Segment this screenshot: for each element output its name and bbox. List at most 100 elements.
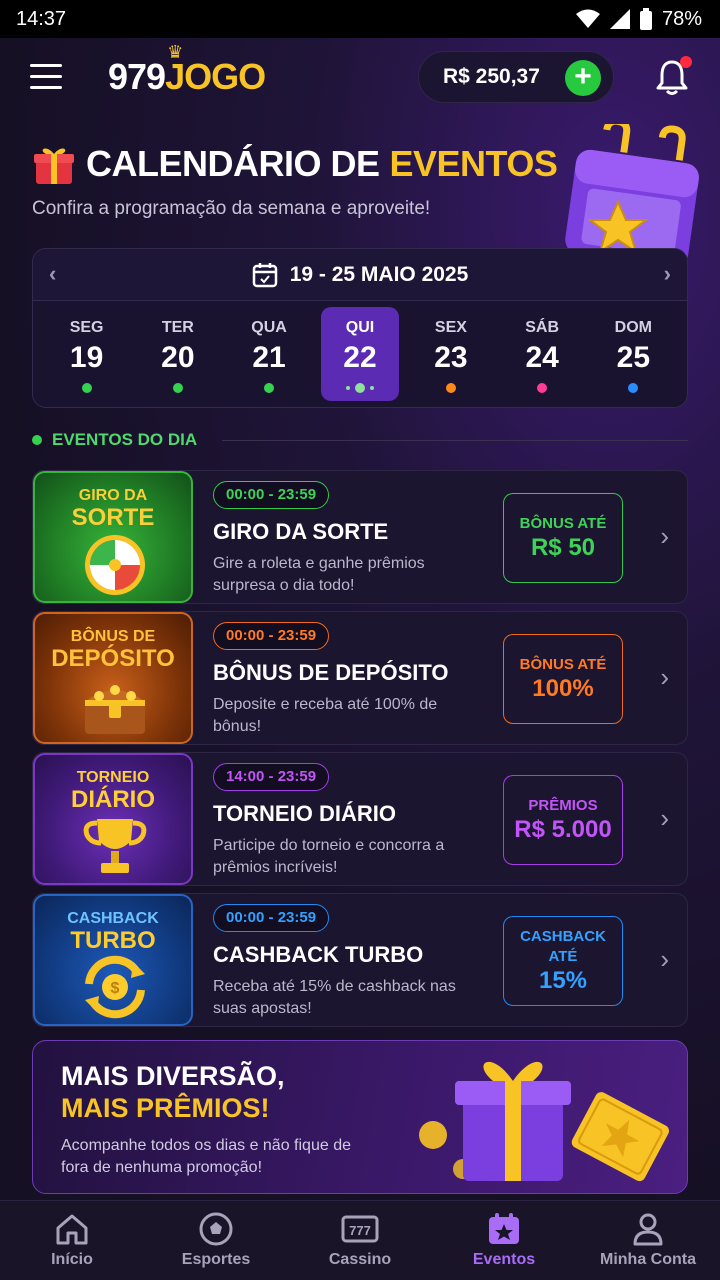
- notification-badge: [680, 56, 692, 68]
- day-number: 20: [161, 341, 195, 374]
- event-dot: [264, 383, 275, 393]
- event-time: 14:00 - 23:59: [213, 763, 330, 791]
- bottom-navigation: Início Esportes 777 Cassino Eventos Minh…: [0, 1200, 720, 1280]
- nav-label: Início: [51, 1251, 93, 1268]
- status-icons: 78%: [575, 8, 702, 31]
- menu-icon[interactable]: [30, 64, 62, 90]
- nav-label: Eventos: [472, 1251, 536, 1268]
- week-range: 19 - 25 MAIO 2025: [289, 262, 469, 286]
- top-bar: 979 ♛ JOGO R$ 250,37 +: [0, 38, 720, 118]
- logo-brand: ♛ JOGO: [165, 42, 266, 97]
- page-subtitle: Confira a programação da semana e aprove…: [32, 198, 431, 219]
- day-name: QUA: [251, 319, 287, 336]
- promo-description: Acompanhe todos os dias e não fique de f…: [61, 1137, 351, 1176]
- day-sab[interactable]: SÁB 24: [497, 307, 588, 401]
- day-qui-selected[interactable]: QUI 22: [320, 307, 400, 401]
- event-title: CASHBACK TURBO: [213, 942, 424, 967]
- svg-text:777: 777: [349, 1223, 371, 1238]
- trophy-icon: [83, 819, 147, 873]
- title-accent: EVENTOS: [389, 143, 558, 184]
- promo-headline-2: MAIS PRÊMIOS!: [61, 1093, 270, 1123]
- day-number: 24: [525, 341, 559, 374]
- event-time: 00:00 - 23:59: [213, 622, 330, 650]
- nav-inicio[interactable]: Início: [0, 1201, 144, 1280]
- bonus-value: R$ 50: [530, 534, 596, 561]
- event-description: Deposite e receba até 100% de bônus!: [213, 696, 438, 735]
- battery-icon: [639, 8, 652, 30]
- chevron-right-icon[interactable]: ›: [660, 803, 669, 834]
- live-dot-icon: [32, 435, 42, 445]
- bonus-value: 100%: [532, 675, 594, 702]
- day-dom[interactable]: DOM 25: [588, 307, 679, 401]
- day-name: SÁB: [525, 319, 560, 336]
- event-card-bonus-de-deposito[interactable]: BÔNUS DE DEPÓSITO 00:00 - 23:59 BÔNUS DE…: [32, 611, 688, 745]
- day-sex[interactable]: SEX 23: [405, 307, 496, 401]
- event-bonus-box: CASHBACK ATÉ 15%: [503, 916, 623, 1006]
- notifications-button[interactable]: [654, 56, 692, 98]
- chevron-right-icon[interactable]: ›: [660, 944, 669, 975]
- balance-pill[interactable]: R$ 250,37 +: [418, 51, 614, 103]
- previous-week-button[interactable]: ‹: [49, 261, 56, 287]
- section-divider: [222, 440, 688, 441]
- bonus-value: 15%: [538, 967, 588, 994]
- roulette-wheel-icon: [85, 535, 145, 595]
- event-title: TORNEIO DIÁRIO: [213, 801, 396, 826]
- day-name: SEG: [69, 319, 104, 336]
- event-description: Receba até 15% de cashback nas suas apos…: [213, 978, 456, 1017]
- event-bonus-box: PRÊMIOS R$ 5.000: [503, 775, 623, 865]
- day-ter[interactable]: TER 20: [132, 307, 223, 401]
- nav-minha-conta[interactable]: Minha Conta: [576, 1201, 720, 1280]
- thumb-title-top: GIRO DA: [78, 487, 148, 504]
- event-thumbnail: GIRO DA SORTE: [33, 471, 193, 603]
- bonus-label: BÔNUS ATÉ: [519, 656, 607, 673]
- cashback-coin-icon: $: [85, 955, 145, 1019]
- event-dot: [81, 383, 92, 393]
- events-page: 979 ♛ JOGO R$ 250,37 + CALENDÁRIO DE EVENT…: [0, 38, 720, 1200]
- event-card-giro-da-sorte[interactable]: GIRO DA SORTE 00:00 - 23:59 GIRO DA SORT…: [32, 470, 688, 604]
- event-dot: [537, 383, 548, 393]
- bonus-label: PRÊMIOS: [528, 797, 598, 814]
- soccer-ball-icon: [199, 1212, 233, 1246]
- chevron-right-icon[interactable]: ›: [660, 662, 669, 693]
- day-number: 19: [69, 341, 104, 374]
- event-title: BÔNUS DE DEPÓSITO: [213, 660, 449, 685]
- event-dot: [172, 383, 183, 393]
- calendar-star-illustration: [565, 124, 699, 264]
- event-time: 00:00 - 23:59: [213, 481, 330, 509]
- thumb-title-top: TORNEIO: [76, 769, 150, 786]
- event-description: Gire a roleta e ganhe prêmios surpresa o…: [213, 555, 425, 594]
- event-card-torneio-diario[interactable]: TORNEIO DIÁRIO 14:00 - 23:59 TORNEIO DIÁ…: [32, 752, 688, 886]
- event-bonus-box: BÔNUS ATÉ R$ 50: [503, 493, 623, 583]
- bonus-label: BÔNUS ATÉ: [519, 515, 607, 532]
- wifi-icon: [575, 9, 600, 28]
- nav-esportes[interactable]: Esportes: [144, 1201, 288, 1280]
- event-thumbnail: TORNEIO DIÁRIO: [33, 753, 193, 885]
- calendar-icon: [252, 262, 277, 287]
- gift-box-illustration: [419, 1061, 669, 1182]
- event-title: GIRO DA SORTE: [213, 519, 389, 544]
- event-card-cashback-turbo[interactable]: CASHBACK TURBO $ 00:00 - 23:59 CASHBACK …: [32, 893, 688, 1027]
- status-bar: 14:37 78%: [0, 0, 720, 38]
- nav-cassino[interactable]: 777 Cassino: [288, 1201, 432, 1280]
- event-description: Participe do torneio e concorra a prêmio…: [213, 837, 445, 876]
- promo-headline-1: MAIS DIVERSÃO,: [61, 1061, 285, 1091]
- app-logo[interactable]: 979 ♛ JOGO: [108, 42, 266, 98]
- next-week-button[interactable]: ›: [664, 261, 671, 287]
- crown-icon: ♛: [167, 42, 183, 62]
- day-number: 21: [252, 341, 286, 374]
- chevron-right-icon[interactable]: ›: [660, 521, 669, 552]
- nav-label: Esportes: [181, 1251, 251, 1268]
- day-seg[interactable]: SEG 19: [41, 307, 132, 401]
- event-dot: [354, 383, 365, 393]
- day-name: SEX: [434, 319, 467, 336]
- user-icon: [633, 1213, 663, 1246]
- treasure-chest-icon: [85, 685, 145, 734]
- add-funds-button[interactable]: +: [565, 60, 601, 96]
- nav-eventos[interactable]: Eventos: [432, 1201, 576, 1280]
- event-dot: [628, 383, 639, 393]
- balance-amount: R$ 250,37: [443, 65, 540, 88]
- logo-number: 979: [108, 56, 166, 97]
- day-qua[interactable]: QUA 21: [223, 307, 314, 401]
- calendar-star-icon: [489, 1213, 519, 1244]
- promo-banner[interactable]: MAIS DIVERSÃO, MAIS PRÊMIOS! Acompanhe t…: [32, 1040, 688, 1194]
